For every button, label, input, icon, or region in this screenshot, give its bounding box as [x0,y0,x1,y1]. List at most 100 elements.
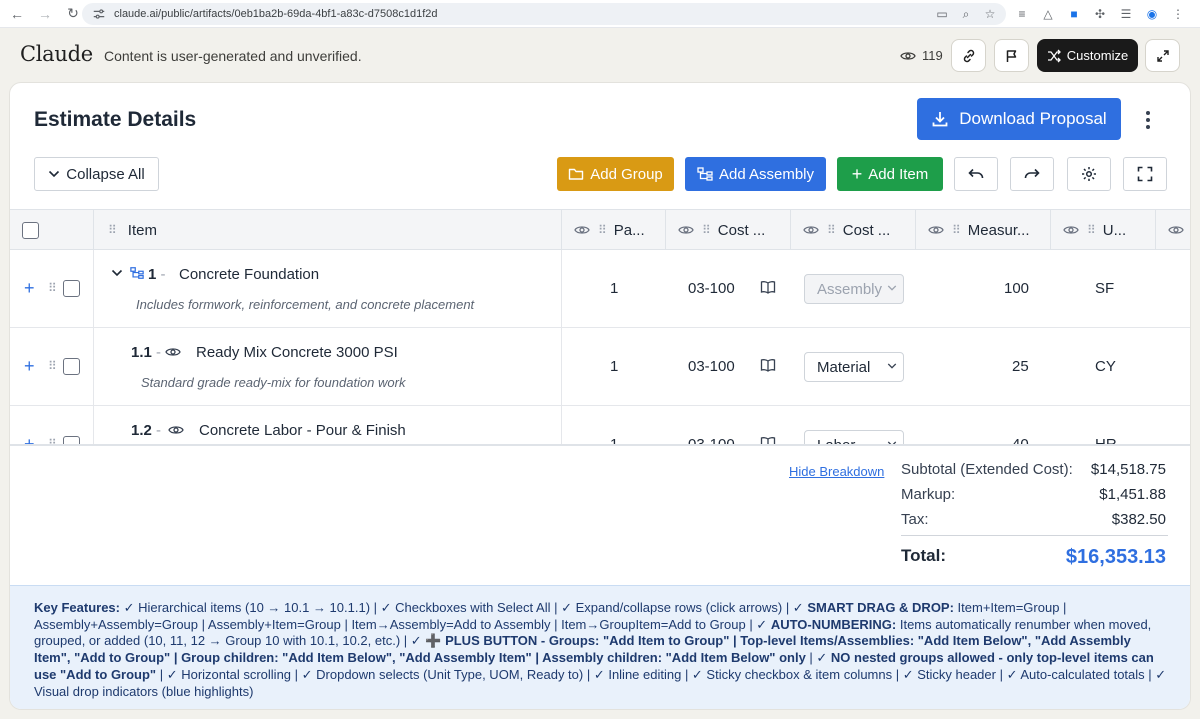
hide-breakdown-link[interactable]: Hide Breakdown [789,464,884,479]
profile-icon[interactable]: ◉ [1144,6,1160,22]
add-group-button[interactable]: Add Group [557,157,674,191]
key-features-panel: Key Features: ✓ Hierarchical items (10 →… [10,585,1190,709]
item-cell[interactable]: 1.2 - Concrete Labor - Pour & Finish [94,406,562,445]
measure-value[interactable]: 100 [1004,280,1029,297]
item-description[interactable]: Includes formwork, reinforcement, and co… [136,297,474,312]
drag-handle-icon[interactable]: ⠿ [108,223,117,237]
download-proposal-label: Download Proposal [959,109,1107,128]
eye-icon[interactable] [678,222,694,238]
book-icon[interactable] [760,280,776,294]
claude-header: Claude Content is user-generated and unv… [0,28,1200,84]
redo-button[interactable] [1010,157,1054,191]
claude-logo[interactable]: Claude [20,42,93,66]
fullscreen-icon [1137,166,1153,182]
eye-icon[interactable] [1168,222,1184,238]
zoom-icon[interactable]: ⌕ [958,6,974,22]
item-description[interactable]: Standard grade ready-mix for foundation … [141,375,405,390]
pa-value[interactable]: 1 [610,280,618,297]
table-row[interactable]: + ⠿ 1.2 - Concrete Labor - Pour & Finish… [10,406,1190,445]
eye-icon[interactable] [574,222,590,238]
row-plus-button[interactable]: + [24,279,35,297]
more-options-icon[interactable] [1138,106,1158,134]
assembly-tree-icon [697,167,713,181]
collapse-all-button[interactable]: Collapse All [34,157,159,191]
back-icon[interactable]: ← [6,3,28,25]
row-drag-handle-icon[interactable]: ⠿ [48,281,57,295]
browser-toolbar: ← → ↻ claude.ai/public/artifacts/0eb1ba2… [0,0,1200,28]
cost-code-value[interactable]: 03-100 [688,358,735,375]
eye-icon[interactable] [168,424,184,436]
column-header-cost-code[interactable]: ⠿ Cost ... [666,210,791,250]
pa-value[interactable]: 1 [610,358,618,375]
eye-icon[interactable] [165,346,181,358]
undo-button[interactable] [954,157,998,191]
settings-button[interactable] [1067,157,1111,191]
extension-layers-icon[interactable]: ≡ [1014,6,1030,22]
column-header-measure[interactable]: ⠿ Measur... [916,210,1051,250]
measure-value[interactable]: 25 [1012,358,1029,375]
report-button[interactable] [994,39,1029,72]
item-name[interactable]: Concrete Foundation [179,266,319,283]
download-proposal-button[interactable]: Download Proposal [917,98,1121,140]
url-text[interactable]: claude.ai/public/artifacts/0eb1ba2b-69da… [114,8,438,20]
column-label-pa: Pa... [613,221,645,239]
item-name[interactable]: Ready Mix Concrete 3000 PSI [196,344,398,361]
row-plus-button[interactable]: + [24,357,35,375]
table-row[interactable]: + ⠿ 1.1 - Ready Mix Concrete 3000 PSI St… [10,328,1190,406]
table-row[interactable]: + ⠿ 1 - Concrete Foundation Includes for… [10,250,1190,328]
add-assembly-button[interactable]: Add Assembly [685,157,826,191]
features-text-1: ✓ Hierarchical items (10 → 10.1 → 10.1.1… [119,600,808,615]
row-drag-handle-icon[interactable]: ⠿ [48,359,57,373]
cast-icon[interactable]: ▭ [934,6,950,22]
shuffle-icon [1047,49,1061,62]
reading-list-icon[interactable]: ☰ [1118,6,1134,22]
forward-icon[interactable]: → [34,3,56,25]
row-checkbox[interactable] [63,358,80,375]
extensions-puzzle-icon[interactable]: ✣ [1092,6,1108,22]
book-icon[interactable] [760,358,776,372]
drag-handle-icon[interactable]: ⠿ [827,223,836,237]
eye-icon[interactable] [928,222,944,238]
unit-value[interactable]: SF [1095,280,1114,297]
cost-type-select[interactable]: Labor [804,430,904,445]
drag-handle-icon[interactable]: ⠿ [952,223,961,237]
drag-handle-icon[interactable]: ⠿ [598,223,607,237]
chevron-down-icon[interactable] [111,269,123,277]
chrome-menu-icon[interactable]: ⋮ [1170,6,1186,22]
column-header-item[interactable]: ⠿ Item [94,210,562,250]
page-title: Estimate Details [34,108,197,131]
row-controls: + ⠿ [10,328,94,406]
eye-icon[interactable] [1063,222,1079,238]
item-cell[interactable]: 1 - Concrete Foundation Includes formwor… [94,250,562,328]
fullscreen-table-button[interactable] [1123,157,1167,191]
eye-icon[interactable] [803,222,819,238]
copy-link-button[interactable] [951,39,986,72]
features-text-4: | ✓ [805,650,831,666]
unit-value[interactable]: CY [1095,358,1116,375]
select-all-checkbox[interactable] [22,221,39,239]
column-header-next[interactable] [1156,210,1190,250]
cost-code-value[interactable]: 03-100 [688,280,735,297]
address-bar[interactable]: claude.ai/public/artifacts/0eb1ba2b-69da… [82,3,1006,25]
row-checkbox[interactable] [63,280,80,297]
markup-label: Markup: [901,486,956,503]
column-header-cost-type[interactable]: ⠿ Cost ... [791,210,916,250]
cost-type-select[interactable]: Assembly [804,274,904,304]
drag-handle-icon[interactable]: ⠿ [1087,223,1096,237]
extension-docs-icon[interactable]: ■ [1066,6,1082,22]
add-group-label: Add Group [590,165,663,183]
item-cell[interactable]: 1.1 - Ready Mix Concrete 3000 PSI Standa… [94,328,562,406]
customize-button[interactable]: Customize [1037,39,1138,72]
column-header-unit[interactable]: ⠿ U... [1051,210,1156,250]
reload-icon[interactable]: ↻ [62,3,84,25]
view-count: 119 [900,48,943,63]
site-settings-icon[interactable] [92,7,106,21]
bookmark-star-icon[interactable]: ☆ [982,6,998,22]
column-header-pa[interactable]: ⠿ Pa... [562,210,666,250]
cost-type-select[interactable]: Material [804,352,904,382]
fullscreen-button[interactable] [1145,39,1180,72]
extension-drive-icon[interactable]: △ [1040,6,1056,22]
item-name[interactable]: Concrete Labor - Pour & Finish [199,422,406,439]
add-item-button[interactable]: + Add Item [837,157,943,191]
drag-handle-icon[interactable]: ⠿ [702,223,711,237]
